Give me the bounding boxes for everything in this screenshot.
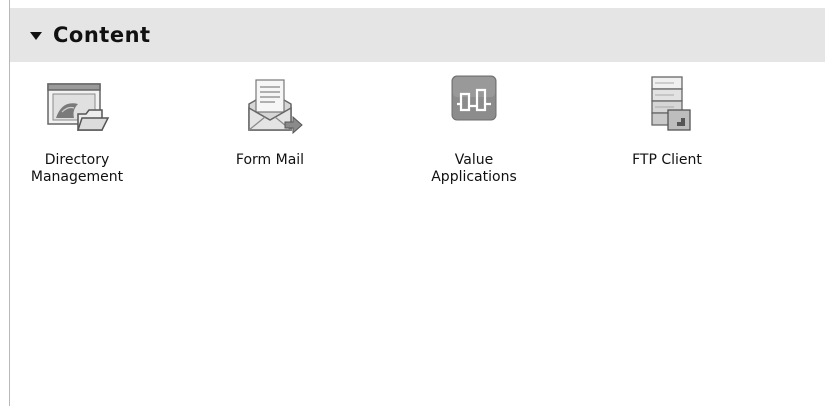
tile-ftp-client[interactable]: FTP Client bbox=[602, 74, 732, 204]
collapse-triangle-icon[interactable] bbox=[30, 32, 42, 40]
value-applications-icon bbox=[451, 75, 497, 121]
tile-label: Directory Management bbox=[30, 152, 124, 185]
tile-form-mail[interactable]: Form Mail bbox=[205, 74, 335, 204]
directory-management-icon bbox=[47, 83, 110, 131]
tile-label: Form Mail bbox=[235, 152, 305, 168]
content-panel-header[interactable]: Content bbox=[10, 8, 825, 62]
panel-title: Content bbox=[53, 23, 151, 47]
ftp-client-icon bbox=[651, 76, 691, 131]
tile-directory-management[interactable]: Directory Management bbox=[12, 74, 142, 204]
tile-label: FTP Client bbox=[632, 152, 702, 168]
form-mail-icon bbox=[248, 79, 303, 135]
tile-value-applications[interactable]: Value Applications bbox=[409, 74, 539, 204]
tile-label: Value Applications bbox=[431, 152, 517, 185]
